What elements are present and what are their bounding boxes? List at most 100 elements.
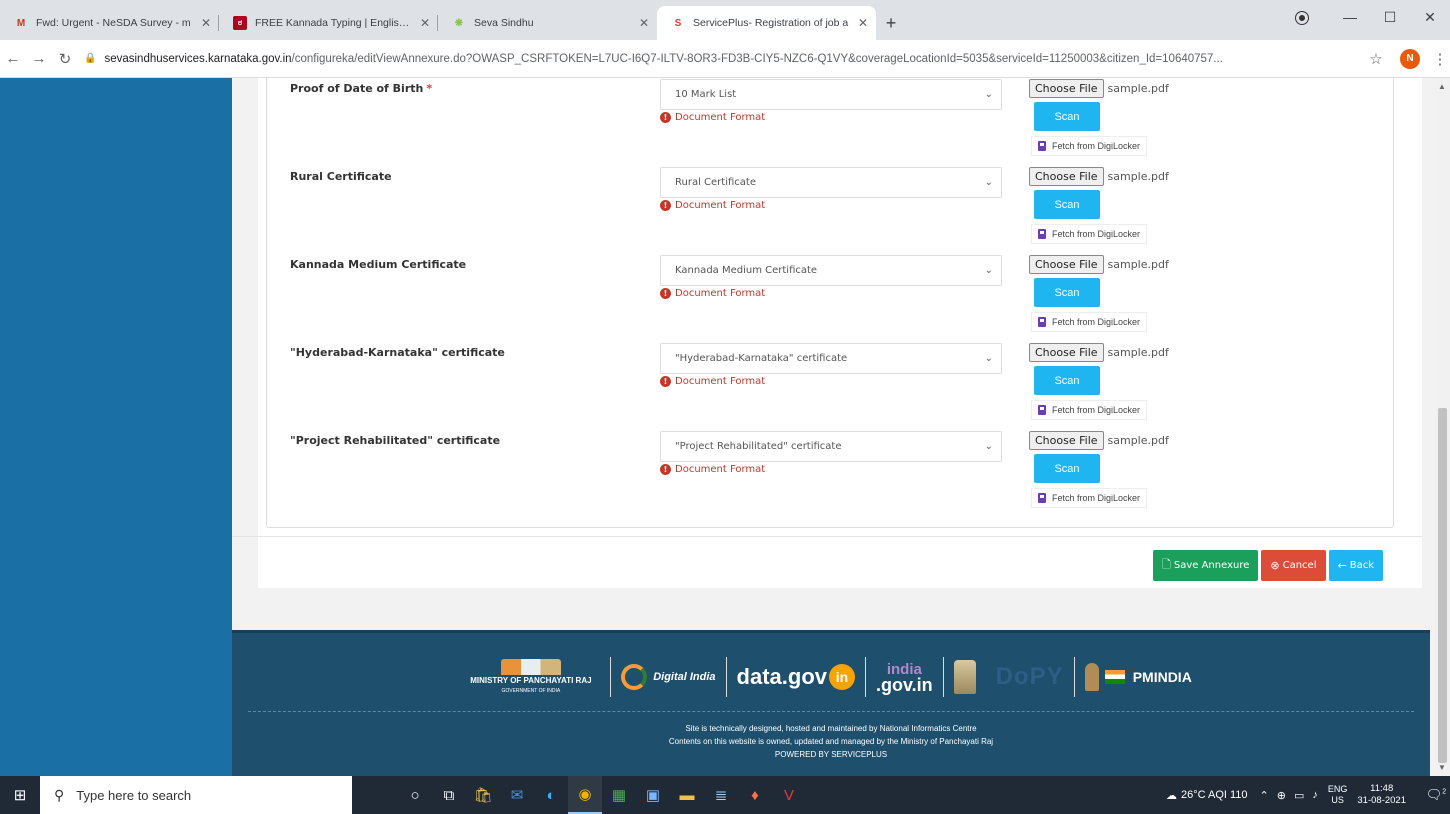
chevron-up-icon[interactable]: ⌃ xyxy=(1260,789,1269,802)
choose-file-button[interactable]: Choose File xyxy=(1029,167,1104,186)
document-format-link[interactable]: ! Document Format xyxy=(660,376,765,387)
back-button[interactable]: ← Back xyxy=(1328,550,1383,581)
chrome-icon[interactable]: ◉ xyxy=(568,776,602,814)
tab-label: Fwd: Urgent - NeSDA Survey - m xyxy=(36,17,191,29)
digilocker-icon xyxy=(1036,492,1048,504)
reload-icon[interactable]: ↻ xyxy=(52,50,78,68)
search-icon: ⚲ xyxy=(54,786,65,803)
digital-india-icon xyxy=(621,664,648,690)
page-scrollbar[interactable]: ▲ ▼ xyxy=(1435,78,1450,776)
choose-file-button[interactable]: Choose File xyxy=(1029,79,1104,98)
photos-icon[interactable]: ▣ xyxy=(636,776,670,814)
digilocker-button[interactable]: Fetch from DigiLocker xyxy=(1031,312,1148,332)
scan-button[interactable]: Scan xyxy=(1034,454,1100,483)
scrollbar-thumb[interactable] xyxy=(1438,408,1447,763)
excel-icon[interactable]: ▦ xyxy=(602,776,636,814)
scan-button[interactable]: Scan xyxy=(1034,102,1100,131)
dopy-logo[interactable]: DoPY xyxy=(986,655,1074,699)
document-format-link[interactable]: ! Document Format xyxy=(660,288,765,299)
mopr-logo[interactable]: MINISTRY OF PANCHAYATI RAJ GOVERNMENT OF… xyxy=(460,655,610,699)
file-name: sample.pdf xyxy=(1107,346,1169,359)
document-type-select[interactable]: "Hyderabad-Karnataka" certificate ⌄ xyxy=(660,343,1002,374)
profile-icon[interactable] xyxy=(1296,12,1308,24)
scan-button[interactable]: Scan xyxy=(1034,278,1100,307)
data-gov-logo[interactable]: data.gov in xyxy=(727,655,865,699)
choose-file-button[interactable]: Choose File xyxy=(1029,343,1104,362)
close-icon[interactable]: ✕ xyxy=(201,16,211,30)
scroll-up-icon[interactable]: ▲ xyxy=(1438,82,1446,91)
new-tab-button[interactable]: + xyxy=(876,6,906,40)
digilocker-button[interactable]: Fetch from DigiLocker xyxy=(1031,224,1148,244)
network-icon[interactable]: ⊕ xyxy=(1277,789,1286,802)
back-arrow-icon[interactable]: ← xyxy=(0,50,26,67)
document-format-link[interactable]: ! Document Format xyxy=(660,200,765,211)
choose-file-button[interactable]: Choose File xyxy=(1029,431,1104,450)
seva-sindhu-icon: ❋ xyxy=(454,17,464,29)
close-icon[interactable]: ✕ xyxy=(420,16,430,30)
paint-icon[interactable]: ♦ xyxy=(738,776,772,814)
emblem-logo[interactable] xyxy=(944,655,986,699)
chevron-down-icon: ⌄ xyxy=(984,265,993,276)
chevron-down-icon: ⌄ xyxy=(984,89,993,100)
digital-india-logo[interactable]: Digital India xyxy=(611,655,725,699)
minimize-icon[interactable]: — xyxy=(1330,9,1370,25)
language-indicator[interactable]: ENG US xyxy=(1328,784,1348,806)
india-gov-logo[interactable]: india .gov.in xyxy=(866,655,943,699)
system-tray: ☁ 26°C AQI 110 ⌃ ⊕ ▭ ♪ ENG US 11:48 31-0… xyxy=(1162,776,1450,814)
task-view-icon[interactable]: ⧉ xyxy=(432,776,466,814)
gmail-icon: M xyxy=(16,17,26,29)
footer-credits: Site is technically designed, hosted and… xyxy=(668,724,994,759)
windows-start-icon[interactable]: ⊞ xyxy=(0,786,40,804)
tab-gmail[interactable]: M Fwd: Urgent - NeSDA Survey - m ✕ xyxy=(0,6,219,40)
form-actions: 🗋 Save Annexure ⊗ Cancel ← Back xyxy=(1153,550,1383,581)
digilocker-button[interactable]: Fetch from DigiLocker xyxy=(1031,488,1148,508)
flag-icon xyxy=(1104,670,1125,684)
store-icon[interactable]: 🛍 xyxy=(466,776,500,814)
scroll-down-icon[interactable]: ▼ xyxy=(1438,763,1446,772)
close-window-icon[interactable]: ✕ xyxy=(1410,9,1450,26)
document-type-select[interactable]: 10 Mark List ⌄ xyxy=(660,79,1002,110)
url-field[interactable]: 🔒 sevasindhuservices.karnataka.gov.in/co… xyxy=(84,45,1356,73)
tab-kannada-typing[interactable]: ಠ FREE Kannada Typing | English to ✕ xyxy=(219,6,438,40)
pm-bust-icon xyxy=(1084,663,1099,691)
document-type-select[interactable]: Kannada Medium Certificate ⌄ xyxy=(660,255,1002,286)
cancel-button[interactable]: ⊗ Cancel xyxy=(1261,550,1326,581)
save-annexure-button[interactable]: 🗋 Save Annexure xyxy=(1153,550,1259,581)
document-format-link[interactable]: ! Document Format xyxy=(660,464,765,475)
digilocker-button[interactable]: Fetch from DigiLocker xyxy=(1031,136,1148,156)
clock[interactable]: 11:48 31-08-2021 xyxy=(1357,783,1406,807)
vlc-wps-icon[interactable]: V xyxy=(772,776,806,814)
volume-icon[interactable]: ♪ xyxy=(1312,789,1318,801)
kannada-typing-icon: ಠ xyxy=(233,16,247,30)
digilocker-button[interactable]: Fetch from DigiLocker xyxy=(1031,400,1148,420)
bookmark-star-icon[interactable]: ☆ xyxy=(1362,50,1390,68)
pmindia-logo[interactable]: PMINDIA xyxy=(1075,655,1202,699)
partner-logos: MINISTRY OF PANCHAYATI RAJ GOVERNMENT OF… xyxy=(232,647,1430,707)
document-type-select[interactable]: Rural Certificate ⌄ xyxy=(660,167,1002,198)
notification-icon[interactable]: 🗨2 xyxy=(1422,787,1450,803)
network-app-icon[interactable]: ≣ xyxy=(704,776,738,814)
tab-seva-sindhu[interactable]: ❋ Seva Sindhu ✕ xyxy=(438,6,657,40)
forward-arrow-icon[interactable]: → xyxy=(26,50,52,67)
choose-file-button[interactable]: Choose File xyxy=(1029,255,1104,274)
scan-button[interactable]: Scan xyxy=(1034,366,1100,395)
close-icon[interactable]: ✕ xyxy=(858,16,868,30)
file-explorer-icon[interactable]: ▬ xyxy=(670,776,704,814)
close-icon[interactable]: ✕ xyxy=(639,16,649,30)
digilocker-icon xyxy=(1036,404,1048,416)
weather-status[interactable]: 26°C AQI 110 xyxy=(1181,789,1248,801)
scan-button[interactable]: Scan xyxy=(1034,190,1100,219)
maximize-icon[interactable]: ☐ xyxy=(1370,9,1410,26)
document-type-select[interactable]: "Project Rehabilitated" certificate ⌄ xyxy=(660,431,1002,462)
mail-icon[interactable]: ✉ xyxy=(500,776,534,814)
display-icon[interactable]: ▭ xyxy=(1294,789,1304,802)
document-format-link[interactable]: ! Document Format xyxy=(660,112,765,123)
tab-serviceplus[interactable]: S ServicePlus- Registration of job a ✕ xyxy=(657,6,876,40)
cortana-icon[interactable]: ○ xyxy=(398,776,432,814)
edge-icon[interactable]: ◐ xyxy=(534,776,568,814)
document-label: Rural Certificate xyxy=(290,170,392,183)
taskbar-search[interactable]: ⚲ Type here to search xyxy=(40,776,352,814)
menu-kebab-icon[interactable]: ⋮ xyxy=(1430,50,1450,68)
chevron-down-icon: ⌄ xyxy=(984,441,993,452)
profile-avatar[interactable]: N xyxy=(1400,48,1420,69)
